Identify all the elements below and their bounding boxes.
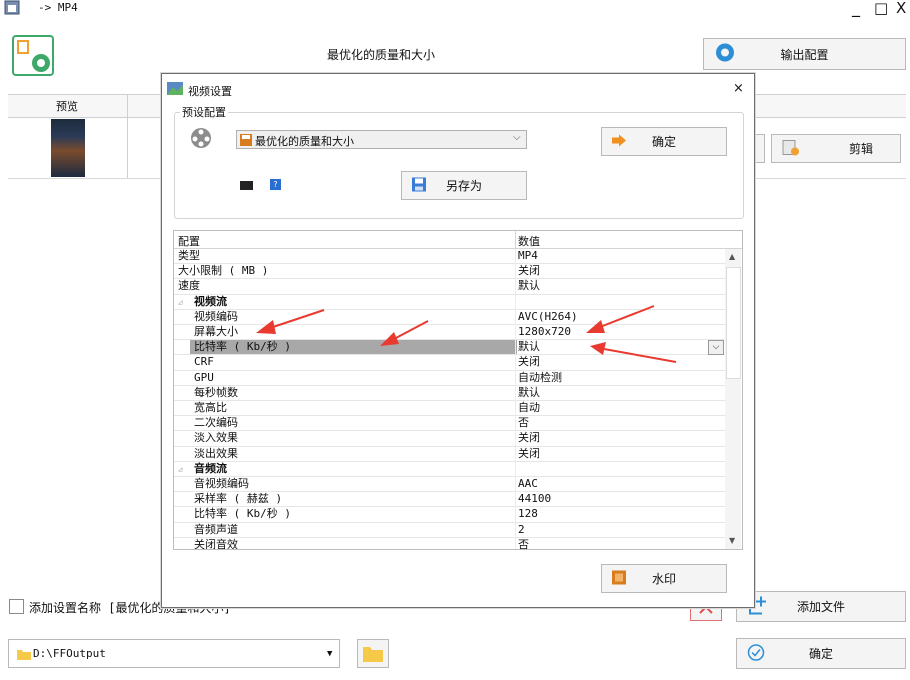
annotation-arrows (256, 305, 677, 363)
